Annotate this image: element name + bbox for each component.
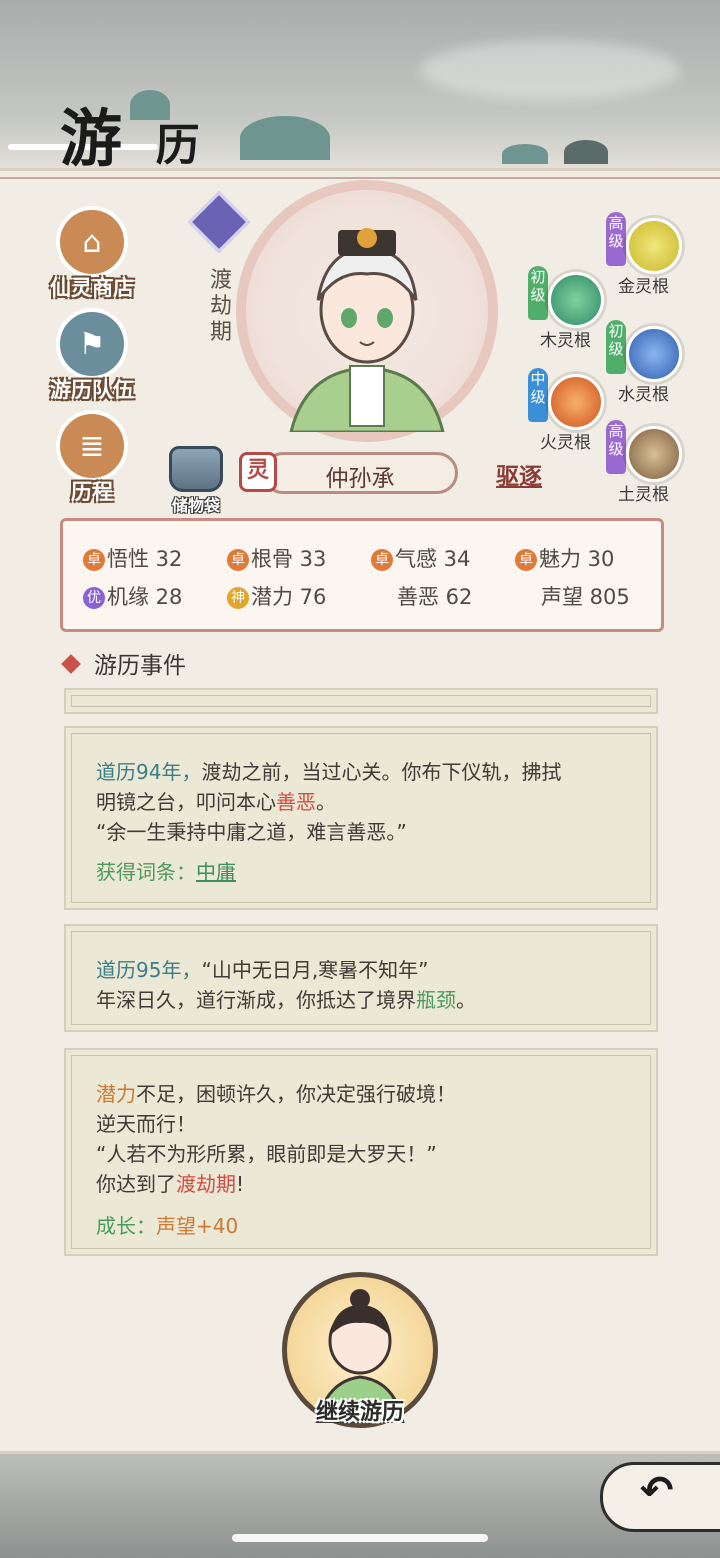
team-flag-icon: ⚑: [56, 308, 128, 380]
root-tier: 中级: [528, 368, 548, 422]
title-main: 游: [60, 102, 129, 175]
root-tier: 高级: [606, 420, 626, 474]
fairy-shop-button[interactable]: ⌂ 仙灵商店: [42, 206, 142, 302]
root-label: 木灵根: [540, 331, 591, 351]
event-text: 渡劫之前，当过心关。你布下仪轨，拂拭: [201, 760, 562, 784]
fire-orb-icon: [548, 374, 604, 430]
event-highlight: 善恶: [276, 790, 316, 814]
expel-button[interactable]: 驱逐: [496, 457, 542, 491]
event-text: 你达到了: [96, 1172, 176, 1196]
stat-reputation: 声望 805: [541, 585, 630, 609]
root-tier: 初级: [606, 320, 626, 374]
stat-comprehension: 卓悟性 32: [83, 543, 182, 573]
grade-tag: 神: [227, 587, 249, 609]
stats-panel: 卓悟性 32 卓根骨 33 卓气感 34 卓魅力 30 优机缘 28 神潜力 7…: [60, 518, 664, 632]
events-title-text: 游历事件: [94, 653, 186, 679]
event-highlight: 瓶颈: [416, 988, 456, 1012]
bag-icon: [169, 446, 223, 492]
root-label: 土灵根: [618, 485, 669, 505]
stat-fortune: 优机缘 28: [83, 581, 182, 611]
event-line: 年深日久，道行渐成，你抵达了境界瓶颈。: [96, 984, 476, 1013]
stat-charm: 卓魅力 30: [515, 543, 614, 573]
continue-travel-label: 继续游历: [315, 1399, 404, 1425]
event-text: 不足，困顿许久，你决定强行破境！: [136, 1082, 456, 1106]
travel-team-button[interactable]: ⚑ 游历队伍: [42, 308, 142, 404]
stat-bone: 卓根骨 33: [227, 543, 326, 573]
scroll-icon: ≣: [56, 410, 128, 482]
stat-label: 潜力 76: [251, 585, 327, 609]
fairy-shop-label: 仙灵商店: [50, 275, 134, 300]
title-sub: 历: [155, 120, 206, 171]
event-reward-value: 声望+40: [156, 1214, 239, 1238]
metal-orb-icon: [626, 218, 682, 274]
event-text: 年深日久，道行渐成，你抵达了境界: [96, 988, 416, 1012]
stat-qi: 卓气感 34: [371, 543, 470, 573]
event-line: 逆天而行！: [96, 1112, 196, 1136]
event-line: 你达到了渡劫期!: [96, 1168, 244, 1197]
event-line: “人若不为形所累，眼前即是大罗天！”: [96, 1142, 437, 1166]
grade-tag: 优: [83, 587, 105, 609]
event-line: 潜力不足，困顿许久，你决定强行破境！: [96, 1078, 456, 1107]
event-line: 明镜之台，叩问本心善恶。: [96, 786, 336, 815]
events-title: 游历事件: [61, 646, 186, 680]
event-card: 道历95年，“山中无日月,寒暑不知年” 年深日久，道行渐成，你抵达了境界瓶颈。: [64, 924, 658, 1032]
home-indicator[interactable]: [232, 1534, 488, 1542]
event-reward-label: 成长：: [96, 1214, 156, 1238]
event-text: !: [236, 1172, 245, 1196]
root-tier: 高级: [606, 212, 626, 266]
back-arrow-icon: ↶: [640, 1468, 674, 1514]
event-card: 潜力不足，困顿许久，你决定强行破境！ 逆天而行！ “人若不为形所累，眼前即是大罗…: [64, 1048, 658, 1256]
trait-link[interactable]: 中庸: [196, 860, 236, 884]
character-avatar-icon: [289, 228, 445, 432]
event-line: 成长：声望+40: [96, 1210, 238, 1239]
grade-tag: 卓: [515, 549, 537, 571]
root-label: 火灵根: [540, 433, 591, 453]
event-card: 道历94年，渡劫之前，当过心关。你布下仪轨，拂拭 明镜之台，叩问本心善恶。 “余…: [64, 726, 658, 910]
character-name: 仲孙承: [325, 466, 395, 492]
shop-icon: ⌂: [56, 206, 128, 278]
earth-orb-icon: [626, 426, 682, 482]
event-text: 明镜之台，叩问本心: [96, 790, 276, 814]
travel-team-label: 游历队伍: [50, 377, 134, 402]
event-line: 获得词条：中庸: [96, 856, 236, 885]
event-line: 道历94年，渡劫之前，当过心关。你布下仪轨，拂拭: [96, 756, 561, 785]
root-tier: 初级: [528, 266, 548, 320]
event-text: 。: [316, 790, 336, 814]
event-text: 。: [456, 988, 476, 1012]
storage-bag-label: 储物袋: [171, 496, 220, 515]
storage-bag-button[interactable]: 储物袋: [166, 446, 226, 516]
stat-label: 气感 34: [395, 547, 471, 571]
event-highlight: 潜力: [96, 1082, 136, 1106]
water-orb-icon: [626, 326, 682, 382]
event-reward-label: 获得词条：: [96, 860, 196, 884]
grade-tag: 卓: [371, 549, 393, 571]
event-text: “山中无日月,寒暑不知年”: [201, 958, 429, 982]
grade-tag: 卓: [227, 549, 249, 571]
event-line: “余一生秉持中庸之道，难言善恶。”: [96, 820, 407, 844]
event-year: 道历94年，: [96, 760, 202, 784]
event-year: 道历95年，: [96, 958, 202, 982]
stat-label: 根骨 33: [251, 547, 327, 571]
page-title: 游 历: [60, 88, 206, 178]
grade-tag: 卓: [83, 549, 105, 571]
event-line: 道历95年，“山中无日月,寒暑不知年”: [96, 954, 429, 983]
character-portrait[interactable]: [236, 180, 498, 442]
event-card-partial: [64, 688, 658, 714]
diamond-icon: [61, 654, 81, 674]
stat-potential: 神潜力 76: [227, 581, 326, 611]
history-label: 历程: [71, 479, 113, 504]
name-plate: 仲孙承: [262, 452, 458, 494]
spirit-tag: 灵: [239, 452, 277, 492]
event-highlight: 渡劫期: [176, 1172, 236, 1196]
stat-label: 魅力 30: [539, 547, 615, 571]
root-earth[interactable]: 高级 土灵根: [606, 420, 706, 510]
stat-label: 悟性 32: [107, 547, 183, 571]
stat-label: 机缘 28: [107, 585, 183, 609]
realm-label: 渡劫期: [209, 268, 232, 345]
stat-morality: 善恶 62: [397, 585, 473, 609]
wood-orb-icon: [548, 272, 604, 328]
history-button[interactable]: ≣ 历程: [42, 410, 142, 506]
